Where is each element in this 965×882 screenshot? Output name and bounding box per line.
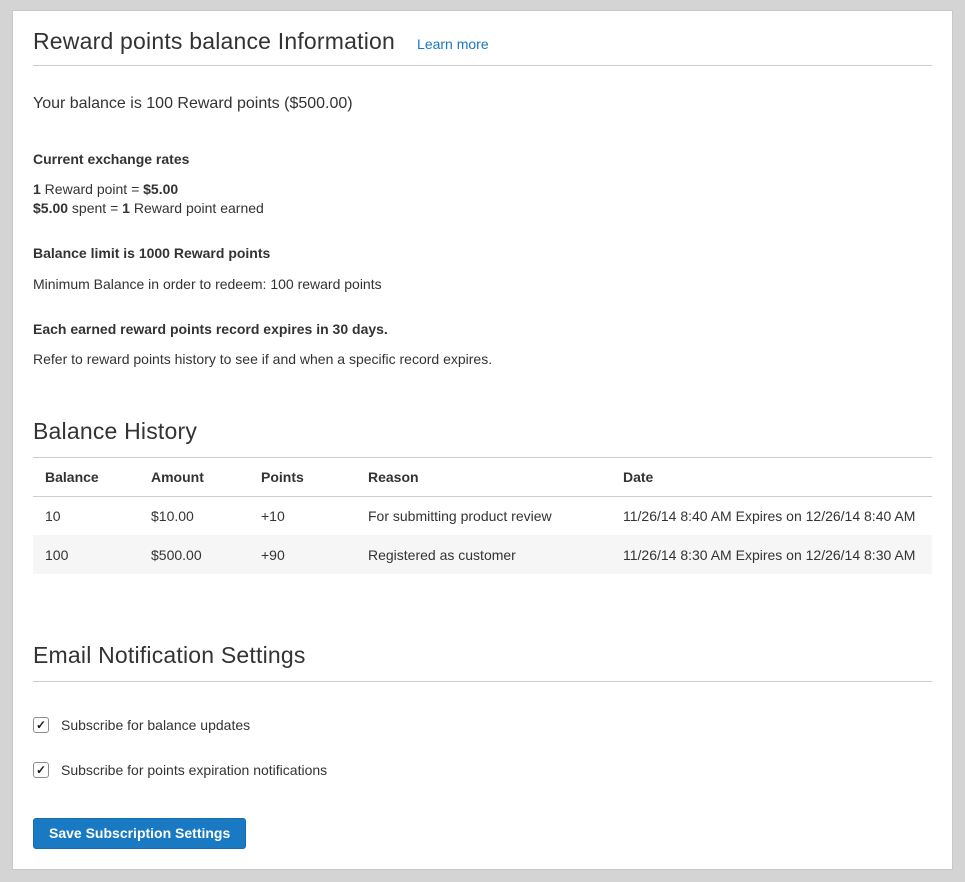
cell-balance: 10 xyxy=(33,496,139,535)
rate1-points: 1 xyxy=(33,181,41,197)
subscribe-points-expiration-option: ✓ Subscribe for points expiration notifi… xyxy=(33,762,932,778)
exchange-rates-heading: Current exchange rates xyxy=(33,150,932,168)
email-notification-settings-title: Email Notification Settings xyxy=(33,641,932,682)
check-icon: ✓ xyxy=(36,764,46,776)
cell-reason: For submitting product review xyxy=(356,496,611,535)
expiration-heading: Each earned reward points record expires… xyxy=(33,320,932,338)
page-title: Reward points balance Information xyxy=(33,27,395,55)
rate1-amount: $5.00 xyxy=(143,181,178,197)
table-row: 10 $10.00 +10 For submitting product rev… xyxy=(33,496,932,535)
cell-reason: Registered as customer xyxy=(356,535,611,574)
points-expiration-checkbox[interactable]: ✓ xyxy=(33,762,49,778)
reward-points-panel: Reward points balance Information Learn … xyxy=(12,10,953,870)
cell-date: 11/26/14 8:40 AM Expires on 12/26/14 8:4… xyxy=(611,496,932,535)
cell-date: 11/26/14 8:30 AM Expires on 12/26/14 8:3… xyxy=(611,535,932,574)
rate2-middle: spent = xyxy=(68,200,122,216)
table-row: 100 $500.00 +90 Registered as customer 1… xyxy=(33,535,932,574)
cell-amount: $500.00 xyxy=(139,535,249,574)
table-header-row: Balance Amount Points Reason Date xyxy=(33,458,932,496)
column-header-points: Points xyxy=(249,458,356,496)
cell-points: +90 xyxy=(249,535,356,574)
rate2-amount: $5.00 xyxy=(33,200,68,216)
balance-summary: Your balance is 100 Reward points ($500.… xyxy=(33,93,932,115)
rate2-points: 1 xyxy=(122,200,130,216)
expiration-note: Refer to reward points history to see if… xyxy=(33,350,932,368)
exchange-rate-line-2: $5.00 spent = 1 Reward point earned xyxy=(33,199,932,218)
column-header-reason: Reason xyxy=(356,458,611,496)
balance-history-title: Balance History xyxy=(33,417,932,458)
balance-history-table: Balance Amount Points Reason Date 10 $10… xyxy=(33,458,932,574)
column-header-date: Date xyxy=(611,458,932,496)
exchange-rates: 1 Reward point = $5.00 $5.00 spent = 1 R… xyxy=(33,180,932,218)
subscribe-balance-updates-option: ✓ Subscribe for balance updates xyxy=(33,717,932,733)
column-header-amount: Amount xyxy=(139,458,249,496)
check-icon: ✓ xyxy=(36,719,46,731)
balance-limit-note: Balance limit is 1000 Reward points xyxy=(33,244,932,262)
cell-points: +10 xyxy=(249,496,356,535)
rate2-tail: Reward point earned xyxy=(130,200,264,216)
cell-balance: 100 xyxy=(33,535,139,574)
minimum-balance-note: Minimum Balance in order to redeem: 100 … xyxy=(33,275,932,293)
rate1-middle: Reward point = xyxy=(41,181,143,197)
exchange-rate-line-1: 1 Reward point = $5.00 xyxy=(33,180,932,199)
column-header-balance: Balance xyxy=(33,458,139,496)
page-header: Reward points balance Information Learn … xyxy=(33,27,932,66)
learn-more-link[interactable]: Learn more xyxy=(417,36,489,52)
balance-updates-checkbox[interactable]: ✓ xyxy=(33,717,49,733)
balance-updates-label[interactable]: Subscribe for balance updates xyxy=(61,717,250,733)
points-expiration-label[interactable]: Subscribe for points expiration notifica… xyxy=(61,762,327,778)
save-subscription-settings-button[interactable]: Save Subscription Settings xyxy=(33,818,246,849)
cell-amount: $10.00 xyxy=(139,496,249,535)
